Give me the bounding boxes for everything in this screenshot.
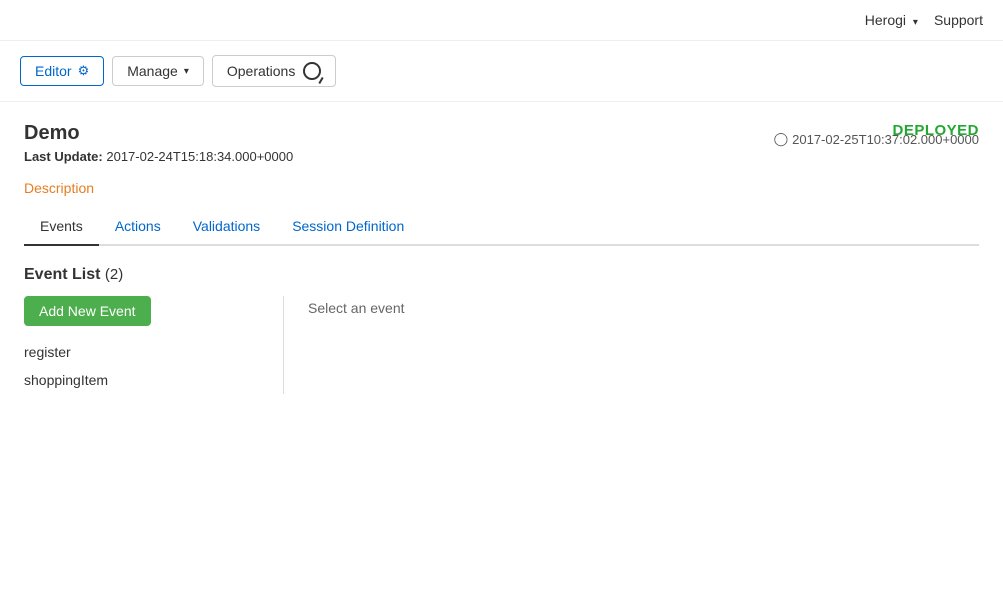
operations-label: Operations <box>227 63 295 79</box>
tab-validations[interactable]: Validations <box>177 208 276 246</box>
user-caret-icon: ▾ <box>913 17 918 28</box>
support-link[interactable]: Support <box>934 12 983 28</box>
list-item[interactable]: register <box>24 338 267 366</box>
timestamp-value: 2017-02-25T10:37:02.000+0000 <box>792 132 979 147</box>
event-items-list: register shoppingItem <box>24 338 267 394</box>
list-item[interactable]: shoppingItem <box>24 366 267 394</box>
event-list-header: Event List (2) <box>24 266 979 284</box>
select-event-prompt: Select an event <box>308 300 405 316</box>
manage-caret-icon: ▾ <box>184 66 189 77</box>
last-update-label: Last Update: <box>24 149 103 164</box>
editor-label: Editor <box>35 63 72 79</box>
manage-label: Manage <box>127 63 178 79</box>
tab-actions[interactable]: Actions <box>99 208 177 246</box>
user-menu[interactable]: Herogi ▾ <box>865 12 918 28</box>
event-list-title: Event List (2) <box>24 266 123 284</box>
page-content: Demo DEPLOYED Last Update: 2017-02-24T15… <box>0 102 1003 414</box>
last-update: Last Update: 2017-02-24T15:18:34.000+000… <box>24 149 293 164</box>
event-count: (2) <box>105 266 123 283</box>
toolbar: Editor ⚙ Manage ▾ Operations <box>0 41 1003 102</box>
last-update-value: 2017-02-24T15:18:34.000+0000 <box>106 149 293 164</box>
operations-button[interactable]: Operations <box>212 55 336 87</box>
cursor-icon <box>303 62 321 80</box>
tabs-container: Events Actions Validations Session Defin… <box>24 208 979 246</box>
tab-session-definition[interactable]: Session Definition <box>276 208 420 246</box>
manage-button[interactable]: Manage ▾ <box>112 56 204 86</box>
clock-icon: ◯ <box>774 131 789 147</box>
page-title: Demo <box>24 122 80 145</box>
event-name: register <box>24 344 71 360</box>
add-event-button[interactable]: Add New Event <box>24 296 151 326</box>
description-link[interactable]: Description <box>24 180 94 196</box>
description-label: Description <box>24 180 94 196</box>
timestamp-row: ◯ 2017-02-25T10:37:02.000+0000 <box>774 131 979 147</box>
gear-icon: ⚙ <box>78 63 90 79</box>
user-name: Herogi <box>865 12 906 28</box>
events-right-panel: Select an event <box>284 296 979 394</box>
tab-events[interactable]: Events <box>24 208 99 246</box>
top-navigation: Herogi ▾ Support <box>0 0 1003 41</box>
editor-button[interactable]: Editor ⚙ <box>20 56 104 86</box>
event-name: shoppingItem <box>24 372 108 388</box>
events-layout: Add New Event register shoppingItem Sele… <box>24 296 979 394</box>
events-left-panel: Add New Event register shoppingItem <box>24 296 284 394</box>
